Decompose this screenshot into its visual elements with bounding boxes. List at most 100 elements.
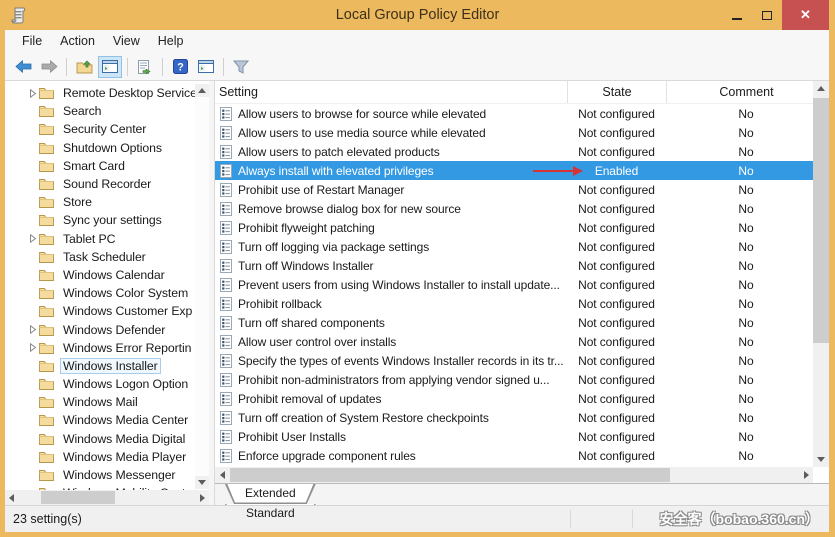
setting-cell: Prohibit removal of updates [215,392,567,406]
tree-item-windows-messenger[interactable]: Windows Messenger [5,466,209,484]
column-header-setting[interactable]: Setting [215,81,567,103]
list-vertical-scrollbar[interactable] [813,81,829,467]
setting-cell: Enforce upgrade component rules [215,449,567,463]
policy-setting-icon [219,145,233,159]
table-row[interactable]: Enforce upgrade component rules Not conf… [215,446,813,465]
expand-chevron-icon[interactable] [29,325,39,334]
tree-item-windows-installer[interactable]: Windows Installer [5,357,209,375]
tree-scroll-left-button[interactable] [5,490,18,505]
toolbar-separator [66,58,67,76]
column-header-comment[interactable]: Comment [666,81,826,103]
table-row[interactable]: Prohibit use of Restart Manager Not conf… [215,180,813,199]
menu-file[interactable]: File [13,30,51,53]
comment-cell: No [666,145,813,159]
table-row[interactable]: Specify the types of events Windows Inst… [215,351,813,370]
table-row[interactable]: Prohibit non-administrators from applyin… [215,370,813,389]
table-row[interactable]: Prevent users from using Windows Install… [215,275,813,294]
tree-item-smart-card[interactable]: Smart Card [5,157,209,175]
table-row[interactable]: Allow users to browse for source while e… [215,104,813,123]
export-list-icon[interactable] [133,56,157,78]
scroll-left-icon [9,494,14,502]
table-row[interactable]: Prohibit removal of updates Not configur… [215,389,813,408]
list-scroll-down-button[interactable] [813,452,829,467]
tab-extended[interactable]: Extended [225,484,316,504]
list-horizontal-scrollbar[interactable] [215,467,813,483]
show-window-icon[interactable] [194,56,218,78]
expand-chevron-icon[interactable] [29,89,39,98]
window-content: FileActionViewHelp [5,30,829,532]
column-header-state[interactable]: State [567,81,666,103]
setting-name: Prohibit non-administrators from applyin… [238,373,550,387]
policy-setting-icon [219,316,233,330]
tree-item-label: Windows Media Center [61,413,190,427]
minimize-button[interactable] [722,0,752,30]
list-scroll-up-button[interactable] [813,81,829,96]
table-row[interactable]: Prohibit flyweight patching Not configur… [215,218,813,237]
table-row[interactable]: Allow users to use media source while el… [215,123,813,142]
tree-item-windows-media-player[interactable]: Windows Media Player [5,448,209,466]
tree-item-windows-calendar[interactable]: Windows Calendar [5,266,209,284]
tree-item-windows-color-system[interactable]: Windows Color System [5,284,209,302]
show-console-tree-icon[interactable] [98,56,122,78]
maximize-button[interactable] [752,0,782,30]
tree-item-store[interactable]: Store [5,193,209,211]
menu-action[interactable]: Action [51,30,104,53]
policy-setting-icon [219,126,233,140]
table-row[interactable]: Always install with elevated privileges … [215,161,813,180]
close-button[interactable]: ✕ [782,0,829,30]
tree-scroll-right-button[interactable] [196,490,209,505]
table-row[interactable]: Turn off creation of System Restore chec… [215,408,813,427]
setting-cell: Always install with elevated privileges [215,164,567,178]
list-scroll-right-button[interactable] [799,467,813,483]
tree-item-windows-mail[interactable]: Windows Mail [5,393,209,411]
tree-item-remote-desktop-service[interactable]: Remote Desktop Service [5,84,209,102]
menu-help[interactable]: Help [149,30,193,53]
tree-item-tablet-pc[interactable]: Tablet PC [5,230,209,248]
tab-label: Standard [246,506,295,520]
tree-item-label: Windows Customer Exp [61,304,194,318]
table-row[interactable]: Turn off logging via package settings No… [215,237,813,256]
tree-item-task-scheduler[interactable]: Task Scheduler [5,248,209,266]
table-row[interactable]: Remove browse dialog box for new source … [215,199,813,218]
tree-item-shutdown-options[interactable]: Shutdown Options [5,139,209,157]
folder-icon [39,342,56,354]
tree-item-sound-recorder[interactable]: Sound Recorder [5,175,209,193]
tree-item-sync-your-settings[interactable]: Sync your settings [5,211,209,229]
expand-chevron-icon[interactable] [29,343,39,352]
tree-item-windows-error-reportin[interactable]: Windows Error Reportin [5,339,209,357]
comment-cell: No [666,278,813,292]
tree-vertical-scrollbar[interactable] [195,84,209,489]
tree-scroll-up-button[interactable] [195,84,209,97]
setting-name: Allow user control over installs [238,335,396,349]
table-row[interactable]: Prohibit rollback Not configured No [215,294,813,313]
forward-icon[interactable] [37,56,61,78]
table-row[interactable]: Allow users to patch elevated products N… [215,142,813,161]
tree-hscroll-thumb[interactable] [41,491,115,504]
window-title: Local Group Policy Editor [0,7,835,23]
back-icon[interactable] [11,56,35,78]
tree-item-windows-logon-option[interactable]: Windows Logon Option [5,375,209,393]
comment-cell: No [666,297,813,311]
tree-scroll-down-button[interactable] [195,476,209,489]
menu-view[interactable]: View [104,30,149,53]
expand-chevron-icon[interactable] [29,234,39,243]
policy-setting-icon [219,354,233,368]
tree-item-search[interactable]: Search [5,102,209,120]
table-row[interactable]: Prohibit User Installs Not configured No [215,427,813,446]
list-vscroll-thumb[interactable] [813,98,829,343]
close-icon: ✕ [800,7,811,23]
tree-item-windows-media-center[interactable]: Windows Media Center [5,411,209,429]
list-scroll-left-button[interactable] [215,467,229,483]
tree-item-security-center[interactable]: Security Center [5,120,209,138]
table-row[interactable]: Turn off shared components Not configure… [215,313,813,332]
table-row[interactable]: Turn off Windows Installer Not configure… [215,256,813,275]
table-row[interactable]: Allow user control over installs Not con… [215,332,813,351]
help-icon[interactable]: ? [168,56,192,78]
tree-horizontal-scrollbar[interactable] [5,490,209,505]
tree-item-windows-defender[interactable]: Windows Defender [5,320,209,338]
tree-item-windows-customer-exp[interactable]: Windows Customer Exp [5,302,209,320]
up-one-level-folder-icon[interactable] [72,56,96,78]
tree-item-windows-media-digital[interactable]: Windows Media Digital [5,430,209,448]
filter-icon[interactable] [229,56,253,78]
list-hscroll-thumb[interactable] [230,468,670,482]
